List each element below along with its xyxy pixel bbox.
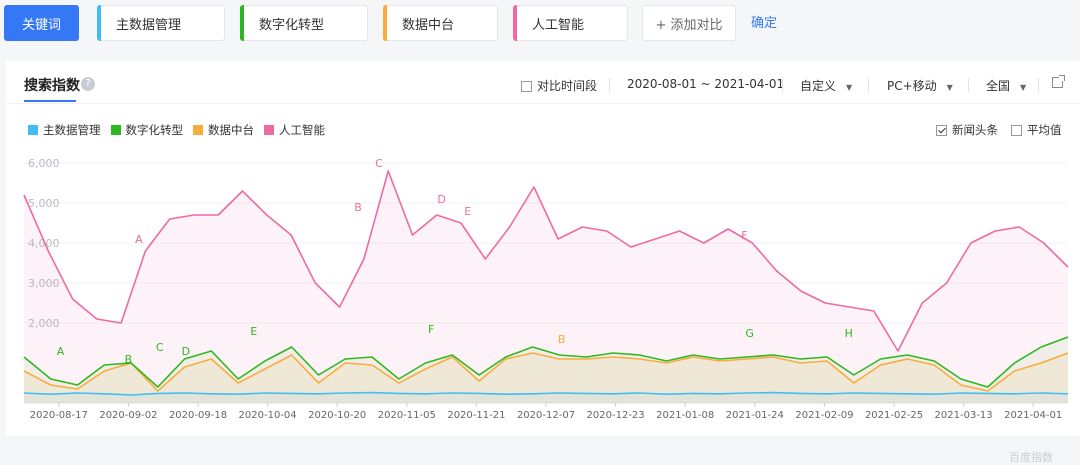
x-tick-label: 2020-09-02: [99, 410, 157, 421]
news-annotation: B: [354, 201, 362, 214]
term-chip-2[interactable]: 数字化转型: [240, 5, 368, 41]
x-tick-label: 2020-10-04: [239, 410, 297, 421]
x-tick-label: 2021-03-13: [935, 410, 993, 421]
news-annotation: A: [57, 345, 65, 358]
news-annotation: F: [428, 323, 434, 336]
term-label: 人工智能: [532, 17, 585, 33]
confirm-link[interactable]: 确定: [751, 12, 777, 31]
x-tick-label: 2020-12-07: [517, 410, 575, 421]
term-color-bar: [240, 5, 244, 41]
search-index-panel: 搜索指数 ? 对比时间段 2020-08-01 ~ 2021-04-01 自定义…: [6, 61, 1080, 464]
x-tick-label: 2021-02-09: [795, 410, 853, 421]
keyword-button[interactable]: 关键词: [4, 5, 79, 41]
x-tick-label: 2020-11-05: [378, 410, 436, 421]
news-annotation: E: [250, 325, 257, 338]
x-tick-label: 2021-01-24: [726, 410, 784, 421]
term-chip-1[interactable]: 主数据管理: [97, 5, 225, 41]
term-label: 数据中台: [402, 17, 455, 33]
news-annotation: C: [156, 341, 164, 354]
y-tick-label: 5,000: [28, 197, 60, 210]
x-tick-label: 2020-08-17: [30, 410, 88, 421]
term-color-bar: [513, 5, 517, 41]
news-annotation: F: [741, 229, 747, 242]
news-annotation: D: [437, 193, 445, 206]
term-label: 数字化转型: [259, 17, 325, 33]
news-annotation: C: [375, 157, 383, 170]
add-compare-button[interactable]: + 添加对比: [642, 5, 736, 41]
top-toolbar: 关键词 主数据管理 数字化转型 数据中台 人工智能 + 添加对比 确定: [0, 0, 1080, 58]
x-tick-label: 2021-04-01: [1004, 410, 1062, 421]
news-annotation: D: [182, 345, 190, 358]
search-index-chart: 2,0003,0004,0005,0006,0002020-08-172020-…: [23, 157, 1069, 421]
news-annotation: G: [745, 327, 754, 340]
term-color-bar: [97, 5, 101, 41]
term-chip-4[interactable]: 人工智能: [513, 5, 628, 41]
x-tick-label: 2020-10-20: [308, 410, 366, 421]
y-tick-label: 6,000: [28, 157, 60, 170]
watermark: 百度指数: [1009, 451, 1053, 464]
news-annotation: B: [125, 353, 133, 366]
x-tick-label: 2021-01-08: [656, 410, 714, 421]
x-tick-label: 2020-12-23: [587, 410, 645, 421]
x-tick-label: 2020-09-18: [169, 410, 227, 421]
term-chip-3[interactable]: 数据中台: [383, 5, 498, 41]
term-color-bar: [383, 5, 387, 41]
news-annotation: B: [558, 333, 566, 346]
x-tick-label: 2020-11-21: [447, 410, 505, 421]
x-tick-label: 2021-02-25: [865, 410, 923, 421]
news-annotation: A: [135, 233, 143, 246]
news-annotation: E: [464, 205, 471, 218]
news-annotation: H: [845, 327, 853, 340]
term-label: 主数据管理: [116, 17, 182, 33]
